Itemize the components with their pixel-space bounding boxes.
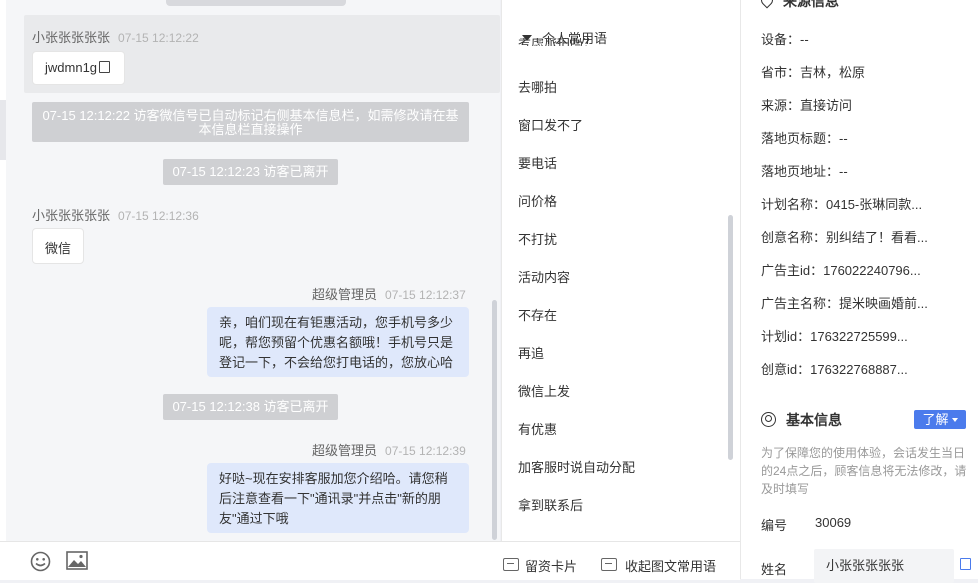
learn-more-label: 了解 (922, 412, 949, 427)
sender-name: 超级管理员 (312, 287, 378, 302)
message-text: jwdmn1g (45, 60, 98, 75)
message-line: 呢，帮您预留个优惠名额哦！手机号只是 (219, 335, 454, 350)
id-label: 编号 (761, 518, 788, 533)
name-label: 姓名 (761, 562, 788, 577)
input-toolbar: 留资卡片 收起图文常用语 (0, 541, 740, 580)
phrase-item[interactable]: 问价格 (518, 191, 557, 210)
phrase-item[interactable]: 不打扰 (518, 229, 557, 248)
visitor-info-panel: 来源信息 设备：-- 省市：吉林，松原 来源：直接访问 落地页标题：-- 落地页… (740, 0, 978, 583)
edit-notice: 为了保障您的使用体验，会话发生当日的24点之后，顾客信息将无法修改，请及时填写 (761, 446, 967, 496)
message-time: 07-15 12:12:37 (385, 288, 466, 302)
basic-info-title: 基本信息 (761, 410, 842, 430)
image-icon[interactable] (66, 551, 88, 570)
emoji-icon[interactable] (30, 551, 51, 572)
copy-icon[interactable] (99, 61, 111, 73)
phrase-item[interactable]: 再追 (518, 343, 544, 362)
phrase-item[interactable]: 微信上发 (518, 381, 570, 400)
phrase-panel: 考虑旅拍吗？ 个人常用语 去哪拍 窗口发不了 要电话 问价格 不打扰 活动内容 … (501, 0, 741, 541)
system-notice: 07-15 12:12:23 访客已离开 (163, 159, 338, 185)
phrase-group-title: 个人常用语 (542, 31, 608, 46)
message-time: 07-15 12:12:36 (118, 209, 199, 223)
card-icon[interactable] (503, 558, 519, 571)
message-meta: 小张张张张张 07-15 12:12:22 (32, 27, 199, 46)
system-notice: 07-15 12:12:22 访客微信号已自动标记右侧基本信息栏，如需修改请在基… (32, 102, 469, 142)
info-row-plan-id: 计划id：176322725599... (761, 329, 908, 344)
message-bubble[interactable]: 好哒~现在安排客服加您介绍哈。请您稍 后注意查看一下"通讯录"并点击"新的朋 友… (207, 463, 469, 533)
phrase-item[interactable]: 要电话 (518, 153, 557, 172)
message-line: 亲，咱们现在有钜惠活动，您手机号多少 (219, 315, 454, 330)
phrase-item[interactable]: 活动内容 (518, 267, 570, 286)
message-bubble[interactable]: 微信 (32, 228, 84, 264)
caret-down-icon (951, 418, 958, 422)
copy-icon[interactable] (960, 558, 971, 570)
info-row-source: 来源：直接访问 (761, 98, 853, 113)
chat-panel: 小张张张张张 07-15 12:12:22 jwdmn1g 07-15 12:12… (0, 0, 500, 579)
learn-more-button[interactable]: 了解 (914, 410, 966, 429)
id-value: 30069 (815, 515, 852, 530)
name-field[interactable]: 小张张张张张 (814, 549, 954, 583)
phrase-item[interactable]: 拿到联系后 (518, 495, 583, 514)
message-line: 后注意查看一下"通讯录"并点击"新的朋 (219, 491, 441, 506)
caret-down-icon (522, 35, 532, 41)
basic-title-text: 基本信息 (786, 412, 842, 428)
location-pin-icon (758, 0, 776, 9)
message-line: 友"通过下哦 (219, 511, 289, 526)
collapse-phrases-button[interactable]: 收起图文常用语 (625, 556, 716, 575)
phrase-scrollbar[interactable] (728, 215, 733, 460)
message-meta: 超级管理员 07-15 12:12:37 (312, 284, 466, 303)
info-row-creative-id: 创意id：176322768887... (761, 362, 908, 377)
info-row-advertiser-name: 广告主名称：提米映画婚前... (761, 296, 928, 311)
message-line: 登记一下，不会给您打电话的，您放心哈 (219, 355, 454, 370)
collapse-icon[interactable] (601, 558, 617, 571)
source-info-title: 来源信息 (758, 0, 839, 11)
phrase-item[interactable]: 有优惠 (518, 419, 557, 438)
info-row-plan-name: 计划名称：0415-张琳同款... (761, 197, 923, 212)
card-button[interactable]: 留资卡片 (525, 556, 577, 575)
message-meta: 超级管理员 07-15 12:12:39 (312, 440, 466, 459)
message-time: 07-15 12:12:39 (385, 444, 466, 458)
message-meta: 小张张张张张 07-15 12:12:36 (32, 205, 199, 224)
sender-name: 超级管理员 (312, 443, 378, 458)
phrase-group-header[interactable]: 个人常用语 (522, 28, 607, 47)
phrase-item[interactable]: 加客服时说自动分配 (518, 457, 635, 476)
message-line: 好哒~现在安排客服加您介绍哈。请您稍 (219, 471, 448, 486)
info-row-creative-name: 创意名称：别纠结了！看看... (761, 230, 928, 245)
message-text: 微信 (45, 241, 72, 256)
info-row-region: 省市：吉林，松原 (761, 65, 866, 80)
phrase-item[interactable]: 窗口发不了 (518, 115, 583, 134)
info-row-landing-title: 落地页标题：-- (761, 131, 848, 146)
sender-name: 小张张张张张 (32, 208, 111, 223)
sender-name: 小张张张张张 (32, 30, 111, 45)
phrase-item[interactable]: 不存在 (518, 305, 557, 324)
system-notice: 07-15 12:12:38 访客已离开 (163, 394, 338, 420)
message-list: 小张张张张张 07-15 12:12:22 jwdmn1g 07-15 12:12… (6, 0, 500, 541)
source-title-text: 来源信息 (783, 0, 839, 9)
info-row-device: 设备：-- (761, 32, 809, 47)
message-bubble[interactable]: 亲，咱们现在有钜惠活动，您手机号多少 呢，帮您预留个优惠名额哦！手机号只是 登记… (207, 307, 469, 377)
top-handle (166, 0, 346, 6)
info-row-advertiser-id: 广告主id：176022240796... (761, 263, 921, 278)
chat-scrollbar[interactable] (492, 300, 497, 540)
message-time: 07-15 12:12:22 (118, 31, 199, 45)
phrase-item[interactable]: 去哪拍 (518, 77, 557, 96)
user-icon (761, 412, 776, 427)
info-row-landing-url: 落地页地址：-- (761, 164, 848, 179)
message-bubble[interactable]: jwdmn1g (32, 51, 125, 85)
